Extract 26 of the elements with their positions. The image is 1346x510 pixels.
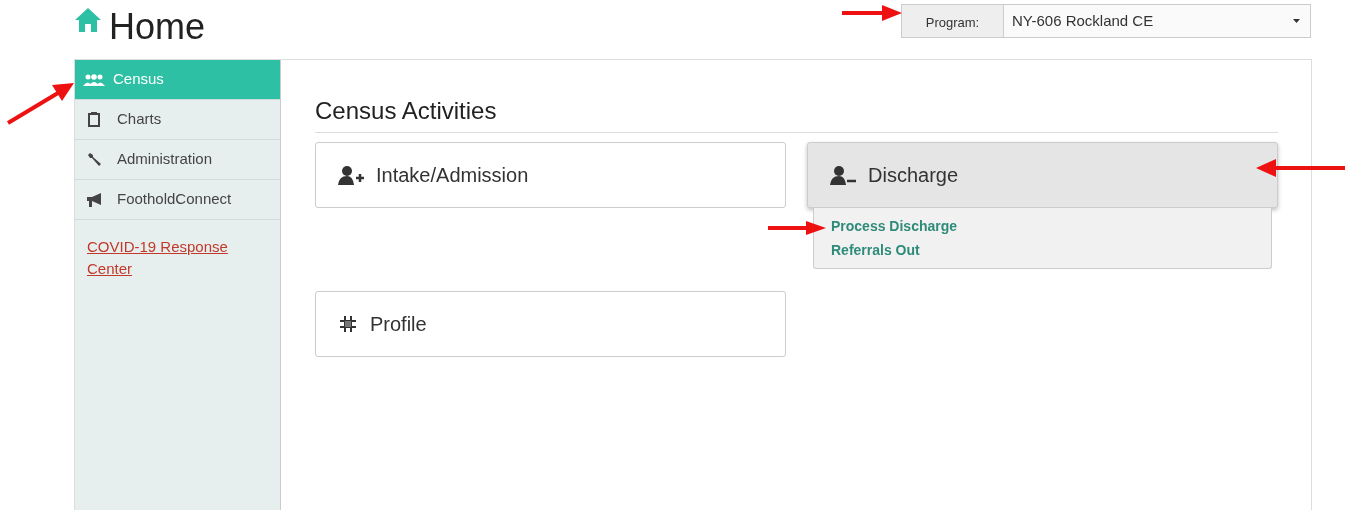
annotation-arrow: [768, 221, 826, 235]
activity-card[interactable]: Intake/Admission: [315, 142, 786, 208]
clipboard-icon: [88, 112, 100, 127]
program-label: Program:: [902, 5, 1004, 37]
submenu-link[interactable]: Referrals Out: [831, 238, 1254, 262]
sidebar-item[interactable]: Charts: [75, 100, 280, 140]
activity-card[interactable]: Discharge: [807, 142, 1278, 208]
user-remove-icon: [830, 165, 856, 185]
home-icon: [75, 8, 101, 32]
grid-icon: [338, 314, 358, 334]
program-value: NY-606 Rockland CE: [1004, 5, 1293, 37]
activity-card[interactable]: Profile: [315, 291, 786, 357]
sidebar-item[interactable]: FootholdConnect: [75, 180, 280, 220]
sidebar-item[interactable]: Administration: [75, 140, 280, 180]
program-selector[interactable]: Program: NY-606 Rockland CE: [901, 4, 1311, 38]
annotation-arrow: [6, 83, 74, 125]
section-title: Census Activities: [315, 96, 1278, 133]
annotation-arrow: [842, 5, 902, 21]
people-icon: [83, 73, 105, 86]
user-add-icon: [338, 165, 364, 185]
submenu-link[interactable]: Process Discharge: [831, 214, 1254, 238]
megaphone-icon: [85, 192, 103, 207]
covid-link[interactable]: COVID-19 Response Center: [87, 236, 268, 280]
wrench-icon: [86, 152, 102, 167]
caret-icon: [1293, 19, 1300, 23]
page-title: Home: [109, 8, 206, 46]
